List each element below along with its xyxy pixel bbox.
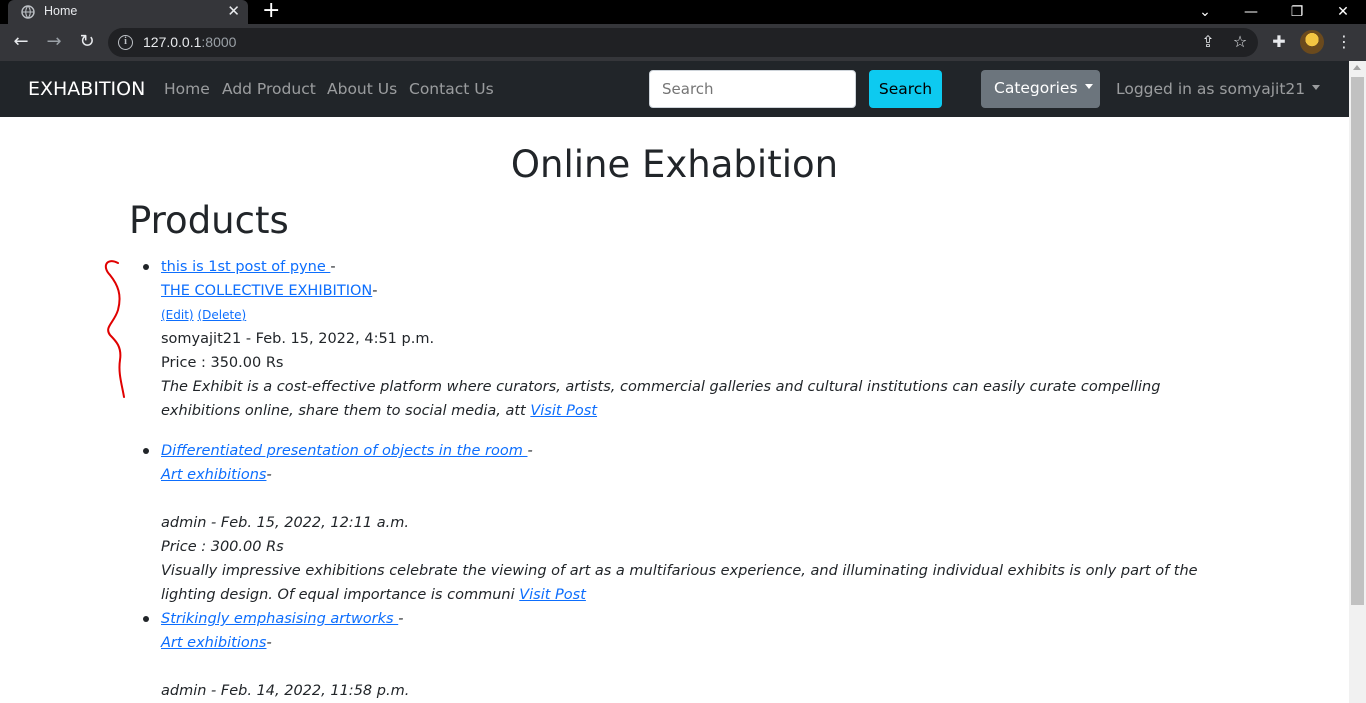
url-host: 127.0.0.1 (143, 34, 202, 50)
post-meta: admin - Feb. 15, 2022, 12:11 a.m. (161, 515, 409, 531)
tab-title: Home (44, 4, 78, 18)
price: Price : 300.00 Rs (161, 539, 284, 555)
edit-link[interactable]: (Edit) (161, 308, 194, 322)
separator: - (266, 635, 272, 651)
browser-tab[interactable]: Home ✕ (8, 0, 248, 24)
caret-down-icon (1312, 85, 1321, 90)
delete-link[interactable]: (Delete) (197, 308, 246, 322)
separator: - (527, 443, 533, 459)
search-input[interactable] (649, 70, 856, 108)
page-scrollbar[interactable] (1349, 61, 1366, 703)
separator: - (330, 259, 336, 275)
product-title-link[interactable]: this is 1st post of pyne (161, 259, 330, 275)
browser-tab-bar: Home ✕ + ⌄ — ❐ ✕ (0, 0, 1366, 24)
excerpt: The Exhibit is a cost-effective platform… (161, 379, 1161, 419)
separator: - (372, 283, 378, 299)
globe-icon (21, 5, 35, 19)
back-icon[interactable]: ← (10, 31, 32, 53)
list-item: this is 1st post of pyne - THE COLLECTIV… (143, 255, 1221, 439)
scroll-up-arrow-icon[interactable] (1353, 65, 1361, 70)
address-bar[interactable]: i 127.0.0.1:8000 (108, 28, 1258, 57)
forward-icon[interactable]: → (43, 31, 65, 53)
reload-icon[interactable]: ↻ (76, 31, 98, 53)
url-port: :8000 (201, 34, 237, 50)
category-link[interactable]: Art exhibitions (161, 635, 266, 651)
list-item: Differentiated presentation of objects i… (143, 439, 1221, 607)
share-icon[interactable]: ⇪ (1196, 30, 1220, 54)
nav-contact-us[interactable]: Contact Us (409, 80, 494, 98)
excerpt: Visually impressive exhibitions celebrat… (161, 563, 1198, 603)
categories-label: Categories (994, 79, 1078, 97)
nav-home[interactable]: Home (164, 80, 210, 98)
category-link[interactable]: THE COLLECTIVE EXHIBITION (161, 283, 372, 299)
close-window-icon[interactable]: ✕ (1320, 0, 1366, 24)
visit-post-link[interactable]: Visit Post (519, 587, 586, 603)
post-meta: somyajit21 - Feb. 15, 2022, 4:51 p.m. (161, 331, 435, 347)
product-list: this is 1st post of pyne - THE COLLECTIV… (143, 255, 1221, 703)
separator: - (266, 467, 272, 483)
brand-logo[interactable]: EXHABITION (28, 78, 145, 100)
categories-dropdown[interactable]: Categories (981, 70, 1100, 108)
new-tab-button[interactable]: + (262, 0, 280, 23)
product-title-link[interactable]: Differentiated presentation of objects i… (161, 443, 527, 459)
site-navbar: EXHABITION Home Add Product About Us Con… (0, 61, 1349, 117)
tab-search-icon[interactable]: ⌄ (1182, 0, 1228, 24)
page-title: Online Exhabition (510, 143, 839, 186)
page-viewport: EXHABITION Home Add Product About Us Con… (0, 61, 1349, 703)
visit-post-link[interactable]: Visit Post (530, 403, 597, 419)
red-annotation-mark (104, 260, 125, 398)
nav-about-us[interactable]: About Us (327, 80, 397, 98)
caret-down-icon (1084, 84, 1093, 89)
list-item: Strikingly emphasising artworks - Art ex… (143, 607, 1221, 703)
post-meta: admin - Feb. 14, 2022, 11:58 p.m. (161, 683, 410, 699)
category-link[interactable]: Art exhibitions (161, 467, 266, 483)
close-tab-icon[interactable]: ✕ (227, 2, 240, 20)
extensions-icon[interactable]: ✚ (1267, 30, 1291, 54)
bookmark-star-icon[interactable]: ☆ (1228, 30, 1252, 54)
profile-avatar[interactable] (1300, 30, 1324, 54)
browser-toolbar: ← → ↻ i 127.0.0.1:8000 ⇪ ☆ ✚ ⋮ (0, 24, 1366, 61)
site-info-icon[interactable]: i (118, 35, 133, 50)
menu-kebab-icon[interactable]: ⋮ (1332, 30, 1356, 54)
separator: - (398, 611, 404, 627)
products-heading: Products (129, 199, 289, 242)
minimize-icon[interactable]: — (1228, 0, 1274, 24)
user-menu-label: Logged in as somyajit21 (1116, 80, 1306, 98)
price: Price : 350.00 Rs (161, 355, 284, 371)
user-menu-dropdown[interactable]: Logged in as somyajit21 (1116, 80, 1321, 98)
restore-icon[interactable]: ❐ (1274, 0, 1320, 24)
search-button[interactable]: Search (869, 70, 942, 108)
product-title-link[interactable]: Strikingly emphasising artworks (161, 611, 398, 627)
scroll-thumb[interactable] (1351, 77, 1364, 605)
url-text: 127.0.0.1:8000 (143, 34, 236, 50)
nav-add-product[interactable]: Add Product (222, 80, 316, 98)
